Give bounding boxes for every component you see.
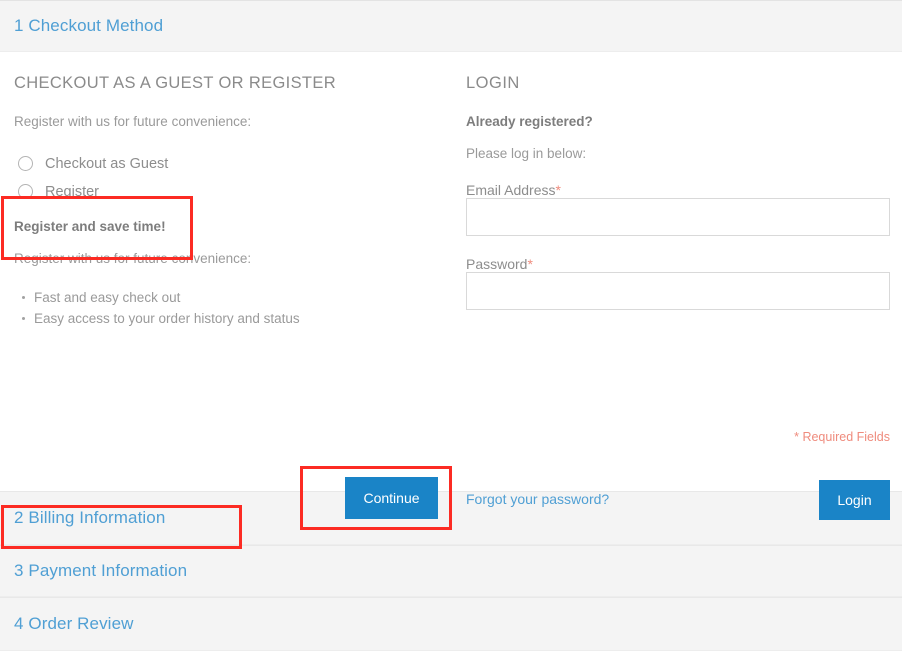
- password-field[interactable]: [466, 271, 890, 310]
- password-field-block: Password*: [466, 256, 890, 310]
- checkout-method-radio-group: Checkout as Guest Register: [14, 150, 444, 206]
- radio-option-register[interactable]: Register: [14, 178, 444, 206]
- email-field[interactable]: [466, 197, 890, 236]
- login-button[interactable]: Login: [819, 480, 890, 520]
- continue-button[interactable]: Continue: [345, 477, 438, 519]
- step-header-order-review[interactable]: 4 Order Review: [0, 597, 902, 651]
- register-save-time-heading: Register and save time!: [14, 218, 166, 234]
- radio-icon[interactable]: [18, 156, 33, 172]
- radio-option-checkout-as-guest[interactable]: Checkout as Guest: [14, 150, 444, 178]
- password-label-text: Password: [466, 255, 528, 272]
- step-header-billing-information[interactable]: 2 Billing Information: [0, 491, 902, 545]
- email-field-block: Email Address*: [466, 182, 890, 236]
- password-field-label: Password*: [466, 256, 533, 272]
- step-title: 1 Checkout Method: [14, 16, 164, 35]
- list-item: Fast and easy check out: [22, 287, 444, 308]
- required-asterisk: *: [527, 255, 533, 272]
- step-title: 3 Payment Information: [14, 561, 188, 580]
- login-heading: LOGIN: [466, 74, 520, 92]
- register-save-time-intro: Register with us for future convenience:: [14, 250, 252, 266]
- email-label-text: Email Address: [466, 181, 556, 198]
- guest-register-intro: Register with us for future convenience:: [14, 114, 252, 129]
- list-item: Easy access to your order history and st…: [22, 308, 444, 329]
- please-log-in-text: Please log in below:: [466, 145, 587, 161]
- guest-register-heading: CHECKOUT AS A GUEST OR REGISTER: [14, 74, 336, 92]
- forgot-password-link[interactable]: Forgot your password?: [466, 491, 609, 507]
- radio-icon[interactable]: [18, 184, 33, 200]
- step-header-payment-information[interactable]: 3 Payment Information: [0, 545, 902, 597]
- radio-label: Register: [45, 183, 99, 200]
- radio-label: Checkout as Guest: [45, 155, 169, 172]
- step-title: 2 Billing Information: [14, 508, 166, 527]
- step-header-checkout-method[interactable]: 1 Checkout Method: [0, 0, 902, 52]
- checkout-method-panel: CHECKOUT AS A GUEST OR REGISTER Register…: [0, 52, 902, 530]
- login-column: LOGIN Already registered? Please log in …: [466, 74, 890, 310]
- step-title: 4 Order Review: [14, 614, 134, 633]
- required-fields-note: * Required Fields: [794, 430, 890, 444]
- email-field-label: Email Address*: [466, 182, 561, 198]
- required-asterisk: *: [555, 181, 561, 198]
- register-benefits-list: Fast and easy check out Easy access to y…: [14, 287, 444, 329]
- already-registered-text: Already registered?: [466, 114, 593, 129]
- guest-or-register-column: CHECKOUT AS A GUEST OR REGISTER Register…: [14, 74, 444, 329]
